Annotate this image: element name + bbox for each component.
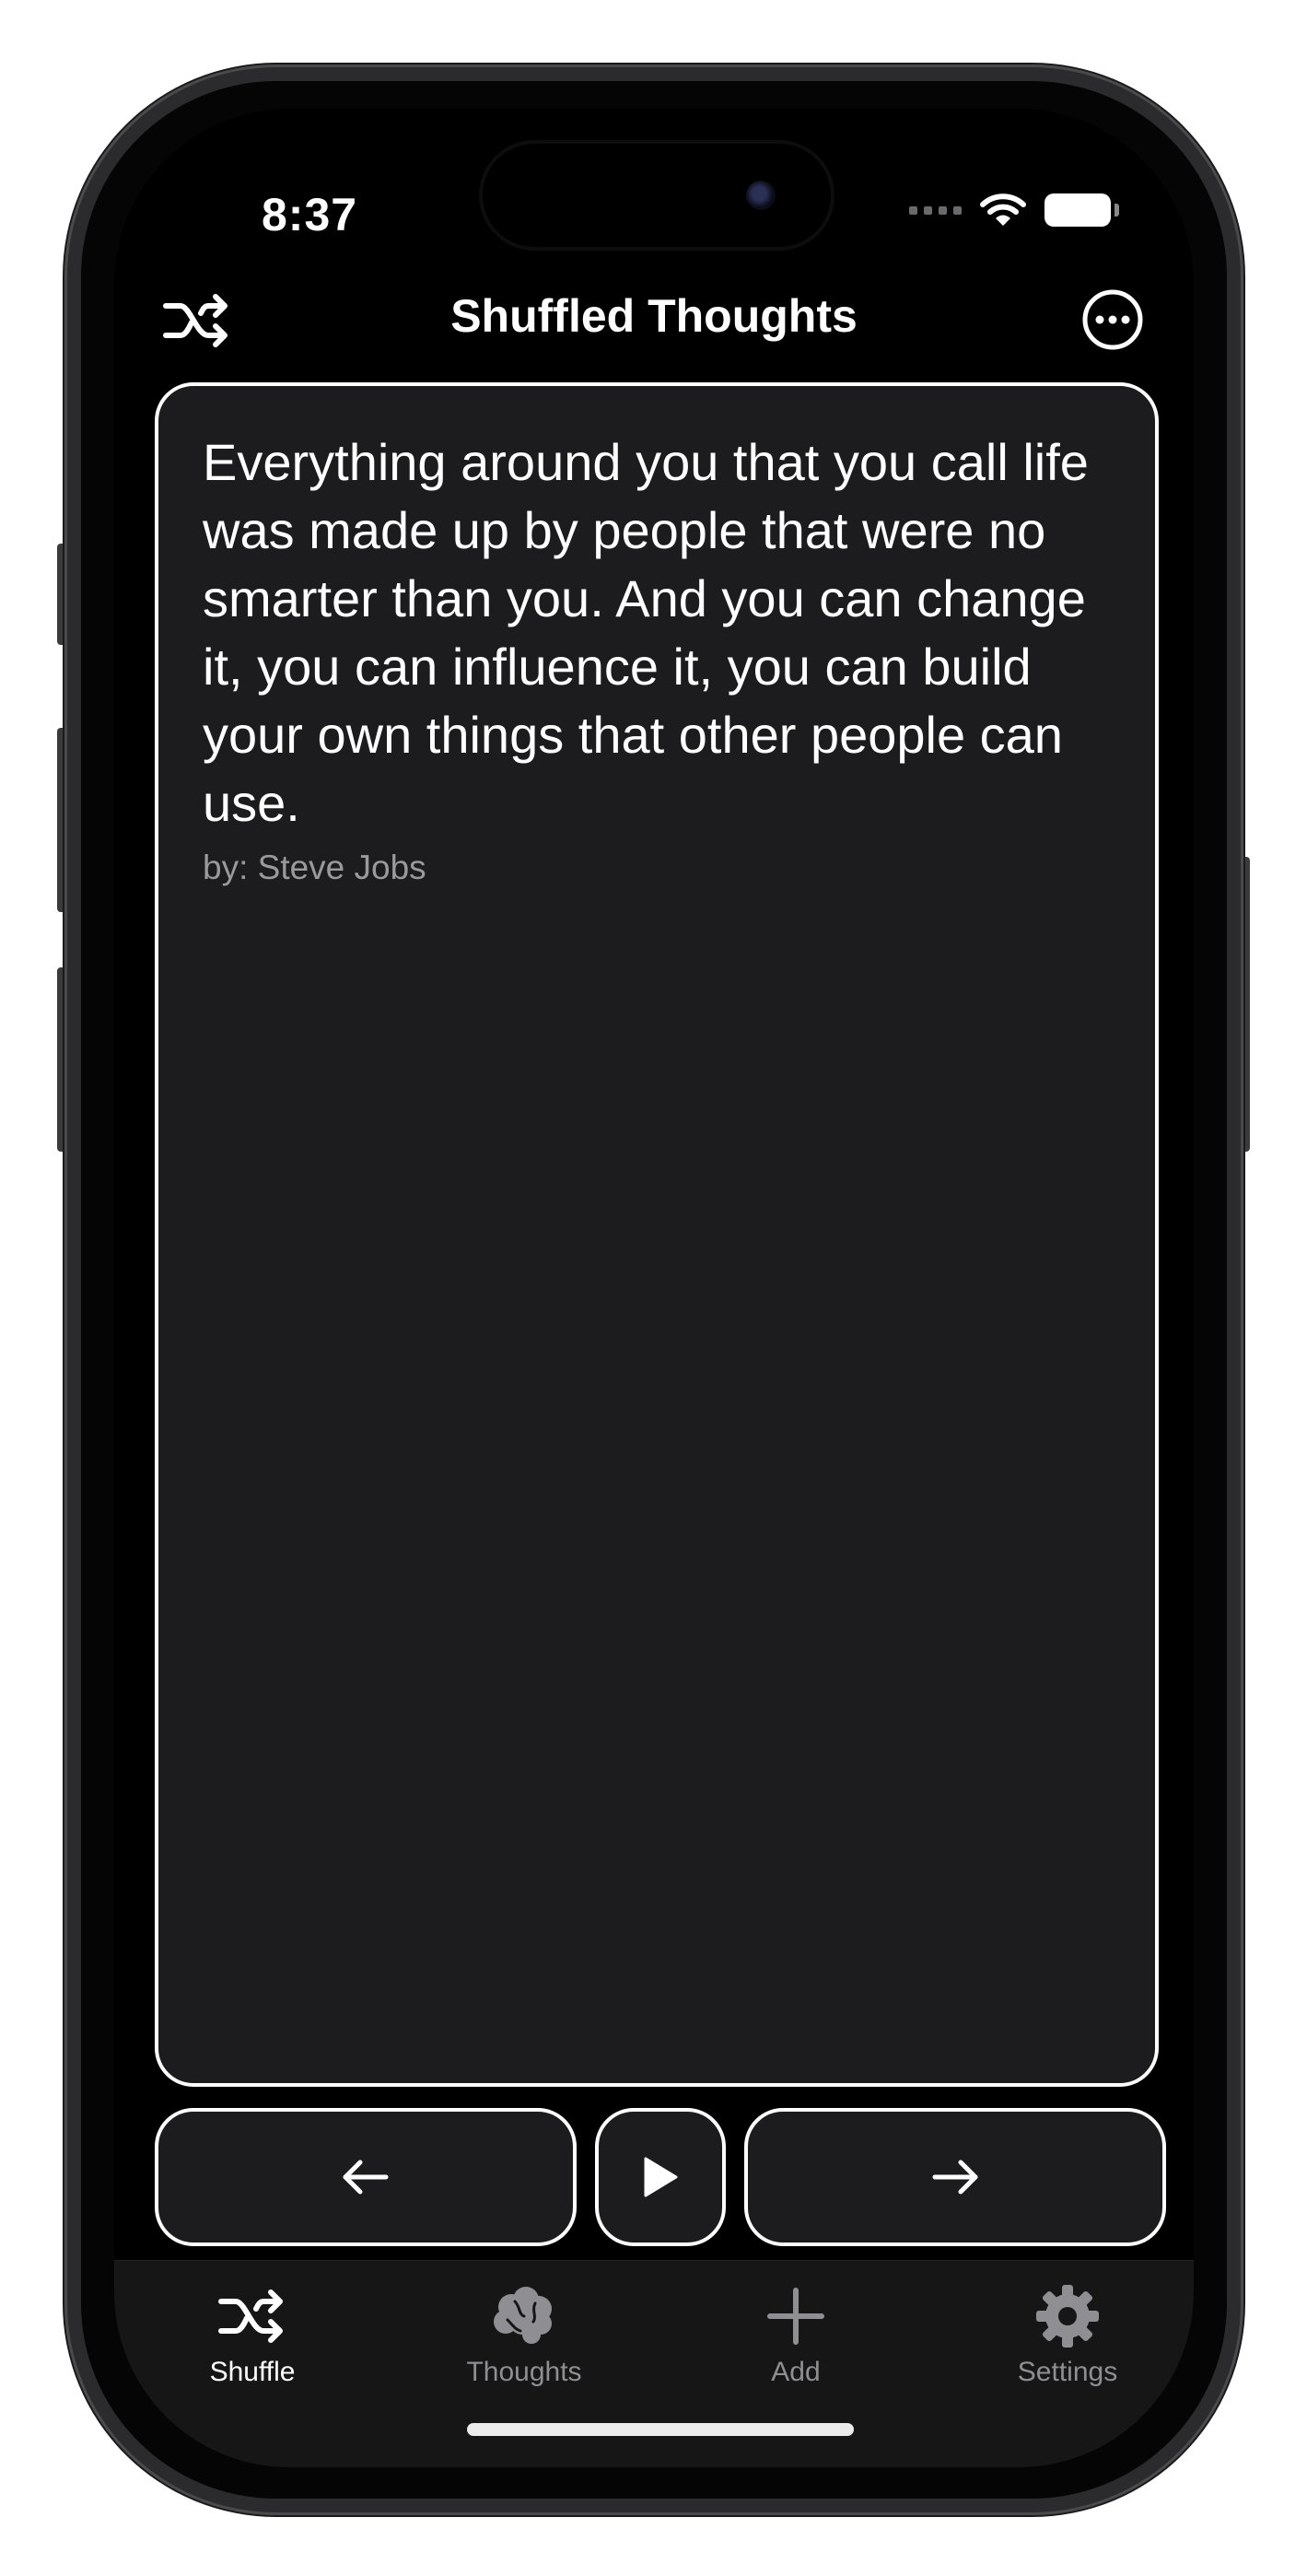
play-button[interactable] (595, 2108, 726, 2246)
wifi-icon (980, 193, 1026, 226)
quote-card: Everything around you that you call life… (155, 382, 1159, 2087)
gear-icon (1036, 2285, 1099, 2348)
tab-shuffle[interactable]: Shuffle (160, 2279, 344, 2388)
dynamic-island (483, 144, 831, 247)
quote-author: by: Steve Jobs (203, 849, 426, 886)
plus-icon (767, 2288, 824, 2345)
previous-button[interactable] (155, 2108, 577, 2246)
status-time: 8:37 (262, 189, 358, 240)
tab-add-label: Add (771, 2357, 821, 2387)
quote-text: Everything around you that you call life… (203, 433, 1089, 832)
tab-shuffle-label: Shuffle (209, 2357, 296, 2387)
shuffle-icon (218, 2289, 283, 2343)
app-screen: 8:37 Shuffled Thoughts Everything around (114, 109, 1194, 2467)
battery-icon (1044, 193, 1119, 227)
page-title: Shuffled Thoughts (450, 290, 858, 342)
tab-settings-label: Settings (1017, 2357, 1118, 2387)
tab-thoughts[interactable]: Thoughts (432, 2279, 616, 2388)
tab-add[interactable]: Add (704, 2279, 888, 2388)
tab-bar: Shuffle Thoughts Add Settings (114, 2260, 1194, 2467)
arrow-right-icon (932, 2160, 978, 2195)
status-icons (909, 182, 1119, 238)
home-indicator[interactable] (467, 2423, 854, 2436)
play-icon (644, 2157, 678, 2197)
cellular-signal-icon (909, 205, 962, 215)
brain-icon (494, 2287, 552, 2344)
ellipsis-circle-icon[interactable] (1079, 287, 1146, 353)
arrow-left-icon (343, 2160, 389, 2195)
tab-thoughts-label: Thoughts (466, 2357, 582, 2387)
camera-lens (746, 181, 776, 210)
next-button[interactable] (744, 2108, 1166, 2246)
tab-settings[interactable]: Settings (975, 2279, 1160, 2388)
